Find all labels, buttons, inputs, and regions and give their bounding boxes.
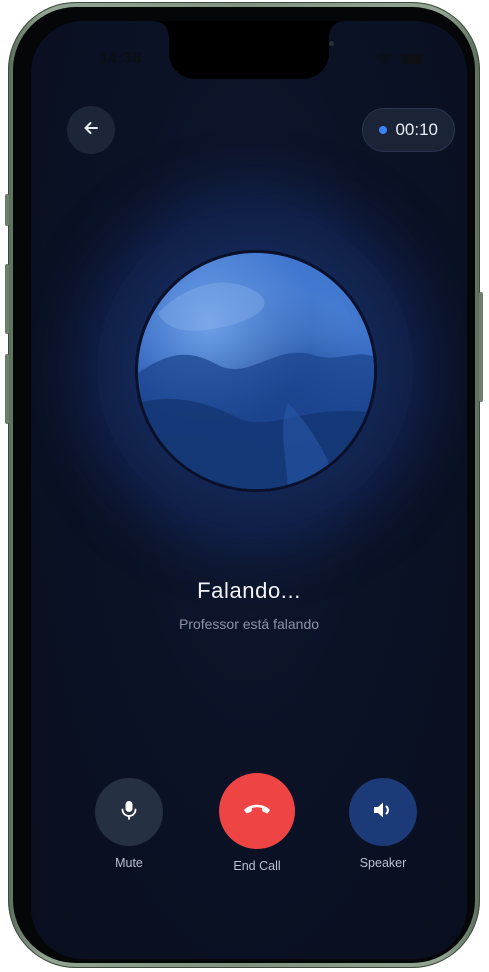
camera-dot bbox=[329, 41, 334, 46]
end-call-label: End Call bbox=[233, 859, 281, 873]
phone-frame: 14:38 00:10 Falando... Professor está fa… bbox=[5, 2, 483, 968]
live-indicator-dot bbox=[379, 126, 388, 134]
caller-avatar bbox=[138, 253, 374, 489]
arrow-left-icon bbox=[82, 119, 100, 142]
notch bbox=[155, 21, 343, 79]
call-timer-text: 00:10 bbox=[395, 120, 438, 139]
mute-button[interactable] bbox=[95, 778, 163, 846]
volume-up-button bbox=[5, 264, 9, 334]
bezel: 14:38 00:10 Falando... Professor está fa… bbox=[13, 7, 475, 963]
power-button bbox=[479, 292, 483, 402]
action-button bbox=[5, 194, 9, 226]
microphone-icon bbox=[118, 799, 140, 826]
call-timer: 00:10 bbox=[362, 108, 455, 152]
wifi-icon bbox=[375, 52, 393, 65]
speaker-label: Speaker bbox=[359, 856, 407, 870]
phone-hangup-icon bbox=[242, 801, 272, 822]
back-button[interactable] bbox=[67, 106, 115, 154]
speaker-icon bbox=[371, 799, 395, 826]
mute-label: Mute bbox=[115, 856, 143, 870]
battery-icon bbox=[401, 53, 423, 64]
status-time: 14:38 bbox=[99, 50, 142, 67]
call-status-subtitle: Professor está falando bbox=[178, 616, 320, 632]
mute-control: Mute bbox=[95, 778, 163, 870]
speaker-control: Speaker bbox=[349, 778, 417, 870]
volume-down-button bbox=[5, 354, 9, 424]
call-status-title: Falando... bbox=[197, 578, 301, 603]
status-icons bbox=[375, 52, 423, 65]
speaker-button[interactable] bbox=[349, 778, 417, 846]
call-screen: 14:38 00:10 Falando... Professor está fa… bbox=[31, 21, 467, 959]
end-call-control: End Call bbox=[219, 773, 295, 873]
end-call-button[interactable] bbox=[219, 773, 295, 849]
